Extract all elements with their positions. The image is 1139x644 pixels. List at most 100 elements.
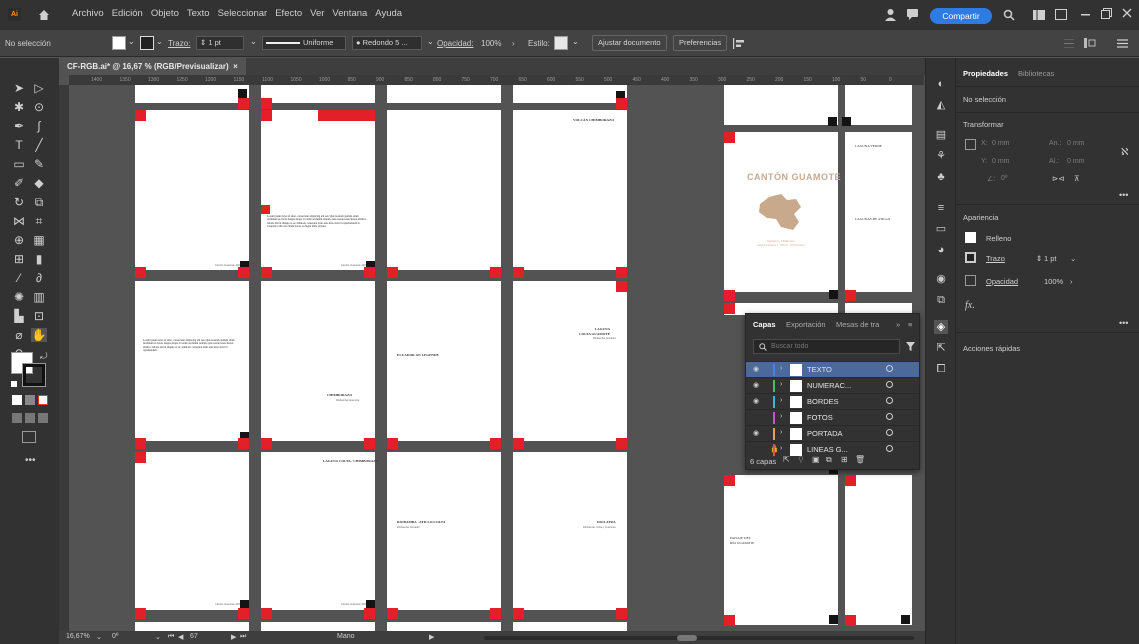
eyedropper-tool-icon[interactable]: ⁄: [11, 271, 27, 285]
width-field[interactable]: 0 mm: [1067, 140, 1085, 147]
tab-layers[interactable]: Capas: [753, 320, 776, 329]
stroke-profile-dropdown[interactable]: Uniforme: [262, 36, 346, 50]
draw-inside-icon[interactable]: [38, 413, 48, 423]
height-field[interactable]: 0 mm: [1067, 158, 1085, 165]
screen-mode-icon[interactable]: [22, 431, 36, 443]
zoom-level[interactable]: 16,67%: [66, 633, 90, 640]
chevron-down-icon[interactable]: ⌄: [572, 37, 579, 46]
selection-tool-icon[interactable]: ➤: [11, 81, 27, 95]
artboard[interactable]: PAISAJE DEL RÍO GUAMOTE: [724, 475, 838, 625]
lock-icon[interactable]: 🔒: [770, 445, 780, 455]
more-options-icon[interactable]: •••: [1119, 190, 1128, 200]
brush-dropdown[interactable]: ● Redondo 5 ...: [352, 36, 422, 50]
chevron-down-icon[interactable]: ⌄: [156, 37, 163, 46]
tab-artboards[interactable]: Mesas de tra: [836, 320, 879, 329]
chevron-down-icon[interactable]: ⌄: [250, 37, 257, 46]
chevron-right-icon[interactable]: ▶: [429, 633, 434, 641]
opacity-label[interactable]: Opacidad:: [437, 39, 473, 48]
default-colors-icon[interactable]: [10, 380, 18, 388]
graph-tool-icon[interactable]: ▙: [11, 309, 27, 323]
direct-selection-tool-icon[interactable]: ▷: [31, 81, 47, 95]
artboard[interactable]: LAGUNA COLTA / CHIMBORAZO Cantón Guamote…: [261, 452, 378, 610]
layer-name[interactable]: NUMERAC...: [807, 381, 851, 390]
opacity-value[interactable]: 100%: [1044, 277, 1063, 286]
new-sublayer-icon[interactable]: ⧉: [826, 455, 832, 465]
artboard[interactable]: [845, 475, 912, 625]
artboard[interactable]: Lorem ipsum dolor sit amet, consectetur …: [261, 110, 375, 270]
layer-name[interactable]: LINEAS G...: [807, 445, 848, 454]
menu-ayuda[interactable]: Ayuda: [375, 8, 402, 19]
perspective-grid-tool-icon[interactable]: ▦: [31, 233, 47, 247]
artboard[interactable]: [261, 85, 375, 109]
style-swatch[interactable]: [554, 36, 568, 50]
graphic-styles-icon[interactable]: ⧉: [934, 293, 948, 307]
target-circle-icon[interactable]: [886, 365, 893, 372]
target-circle-icon[interactable]: [886, 413, 893, 420]
artboard[interactable]: RIOBAMBA - ATILLO/COLTA Riobamba, Ecuado…: [387, 452, 501, 610]
pen-tool-icon[interactable]: ✒: [11, 119, 27, 133]
none-mode-icon[interactable]: [38, 395, 48, 405]
align-panel-icon[interactable]: ◭: [934, 98, 948, 112]
artboard[interactable]: LAGUNA COLTA GUAMOTE Riobamba, Ecuador: [513, 281, 627, 441]
artboard[interactable]: [513, 85, 627, 109]
layer-row[interactable]: ◉ › BORDES: [746, 393, 919, 409]
scale-tool-icon[interactable]: ⧉: [31, 195, 47, 209]
layer-row[interactable]: ◉ › PORTADA: [746, 425, 919, 441]
arrange-icon[interactable]: [1055, 9, 1067, 20]
artboards-panel-icon[interactable]: ⧠: [934, 362, 948, 376]
stroke-swatch[interactable]: [965, 252, 976, 263]
menu-ventana[interactable]: Ventana: [332, 8, 367, 19]
column-graph-tool-icon[interactable]: ▥: [31, 290, 47, 304]
menu-edicion[interactable]: Edición: [112, 8, 143, 19]
gradient-panel-icon[interactable]: ▭: [934, 222, 948, 236]
artboard[interactable]: [842, 85, 912, 126]
menu-seleccionar[interactable]: Seleccionar: [218, 8, 268, 19]
artboard[interactable]: [135, 85, 249, 109]
comment-icon[interactable]: [906, 8, 919, 21]
stroke-label[interactable]: Trazo:: [168, 39, 190, 48]
symbol-sprayer-tool-icon[interactable]: ✺: [11, 290, 27, 304]
constrain-link-icon[interactable]: ℵ: [1121, 147, 1128, 158]
target-circle-icon[interactable]: [886, 381, 893, 388]
width-tool-icon[interactable]: ⋈: [11, 214, 27, 228]
close-window-icon[interactable]: [1122, 8, 1132, 18]
layers-search[interactable]: [753, 339, 900, 354]
chevron-right-icon[interactable]: ›: [780, 381, 782, 388]
artboard[interactable]: [135, 622, 249, 631]
stroke-color-swatch[interactable]: [22, 363, 46, 387]
layer-row[interactable]: 🔒› LINEAS G...: [746, 441, 919, 457]
export-icon[interactable]: ⇱: [783, 455, 790, 464]
artboard[interactable]: VOLCÁN CHIMBORAZO: [513, 110, 627, 270]
chevron-down-icon[interactable]: ⌄: [155, 633, 161, 641]
page-number[interactable]: 67: [190, 633, 198, 640]
chevron-right-icon[interactable]: ›: [780, 429, 782, 436]
artboard[interactable]: Cantón Guamote 2023: [135, 110, 249, 270]
chevron-down-icon[interactable]: ⌄: [128, 37, 135, 46]
lasso-tool-icon[interactable]: ⊙: [31, 100, 47, 114]
target-circle-icon[interactable]: [886, 397, 893, 404]
mesh-tool-icon[interactable]: ⊞: [11, 252, 27, 266]
curvature-tool-icon[interactable]: ∫: [31, 119, 47, 133]
draw-behind-icon[interactable]: [25, 413, 35, 423]
layer-row[interactable]: ◉ › NUMERAC...: [746, 377, 919, 393]
scrollbar-thumb[interactable]: [677, 635, 697, 641]
horizontal-ruler[interactable]: 1400 1350 1300 1250 1200 1150 1100 1050 1000 950 9…: [69, 75, 924, 85]
workspace-icon[interactable]: [1033, 10, 1045, 20]
y-field[interactable]: 0 mm: [992, 158, 1010, 165]
chevron-down-icon[interactable]: ⌄: [96, 633, 102, 641]
flip-vertical-icon[interactable]: ⊼: [1074, 174, 1080, 183]
trash-icon[interactable]: 🗑: [855, 455, 865, 464]
artboard[interactable]: [513, 622, 627, 631]
artboard[interactable]: CANTÓN GUAMOTE Ingeniería - Chimborazo C…: [724, 132, 841, 292]
target-circle-icon[interactable]: [886, 445, 893, 452]
rotation-angle[interactable]: 0º: [112, 633, 118, 640]
prev-page-icon[interactable]: ◀: [178, 633, 183, 641]
blend-tool-icon[interactable]: ∂: [31, 271, 47, 285]
chevron-right-icon[interactable]: ›: [780, 413, 782, 420]
color-mode-icon[interactable]: [12, 395, 22, 405]
next-page-icon[interactable]: ▶: [231, 633, 236, 641]
visibility-eye-icon[interactable]: ◉: [753, 429, 763, 439]
align-icon[interactable]: [733, 38, 747, 49]
layer-name[interactable]: FOTOS: [807, 413, 833, 422]
shape-builder-tool-icon[interactable]: ⊕: [11, 233, 27, 247]
